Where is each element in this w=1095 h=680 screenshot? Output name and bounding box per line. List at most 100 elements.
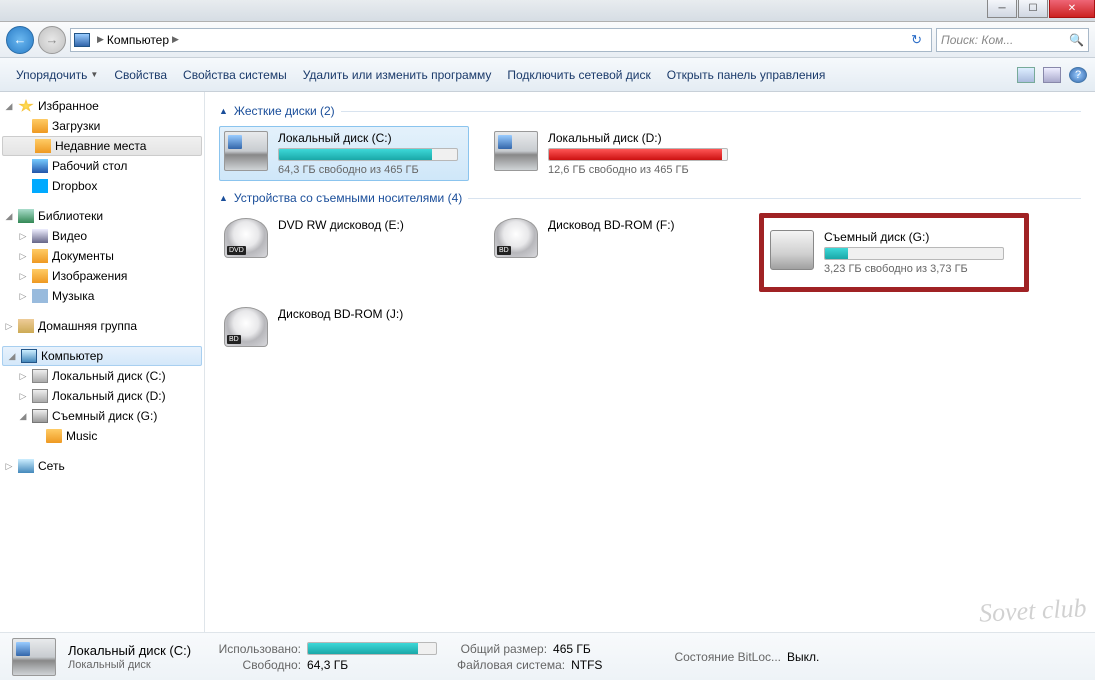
computer-icon — [21, 349, 37, 363]
drive-c-usage-bar — [278, 148, 458, 161]
sidebar-computer[interactable]: ◢Компьютер — [2, 346, 202, 366]
chevron-right-icon: ▶ — [172, 34, 179, 45]
sidebar-dropbox[interactable]: Dropbox — [0, 176, 204, 196]
drive-usb-g[interactable]: Съемный диск (G:) 3,23 ГБ свободно из 3,… — [759, 213, 1029, 292]
titlebar: ─ ☐ ✕ — [0, 0, 1095, 22]
details-free-value: 64,3 ГБ — [307, 658, 348, 672]
map-network-drive-button[interactable]: Подключить сетевой диск — [499, 64, 658, 86]
star-icon — [18, 99, 34, 113]
drive-d-free: 12,6 ГБ свободно из 465 ГБ — [548, 164, 734, 176]
drive-d-name: Локальный диск (D:) — [548, 131, 734, 145]
sidebar-music-folder[interactable]: Music — [0, 426, 204, 446]
collapse-icon: ▲ — [219, 106, 228, 116]
sidebar-music[interactable]: ▷Музыка — [0, 286, 204, 306]
sidebar-drive-c[interactable]: ▷Локальный диск (C:) — [0, 366, 204, 386]
watermark: Sovet club — [979, 593, 1088, 629]
hdd-icon — [494, 131, 538, 171]
hdd-icon — [12, 638, 56, 676]
sidebar-videos[interactable]: ▷Видео — [0, 226, 204, 246]
details-free-label: Свободно: — [211, 658, 301, 672]
chevron-right-icon: ▶ — [97, 34, 104, 45]
drive-d-usage-bar — [548, 148, 728, 161]
dropbox-icon — [32, 179, 48, 193]
drive-c-free: 64,3 ГБ свободно из 465 ГБ — [278, 164, 464, 176]
details-pane: Локальный диск (C:) Локальный диск Испол… — [0, 632, 1095, 680]
dvd-icon: DVD — [224, 218, 268, 258]
folder-icon — [32, 119, 48, 133]
view-options-button[interactable] — [1017, 67, 1035, 83]
desktop-icon — [32, 159, 48, 173]
properties-button[interactable]: Свойства — [106, 64, 175, 86]
drive-c-name: Локальный диск (C:) — [278, 131, 464, 145]
help-button[interactable]: ? — [1069, 67, 1087, 83]
homegroup-icon — [18, 319, 34, 333]
drive-c[interactable]: Локальный диск (C:) 64,3 ГБ свободно из … — [219, 126, 469, 181]
hard-drives-header[interactable]: ▲ Жесткие диски (2) — [219, 104, 1081, 118]
toolbar: Упорядочить▼ Свойства Свойства системы У… — [0, 58, 1095, 92]
details-total-value: 465 ГБ — [553, 642, 591, 656]
control-panel-button[interactable]: Открыть панель управления — [659, 64, 834, 86]
breadcrumb-computer[interactable]: Компьютер — [107, 33, 169, 47]
refresh-button[interactable]: ↻ — [905, 32, 928, 48]
navigation-bar: ← → ▶ Компьютер ▶ ↻ Поиск: Ком... 🔍 — [0, 22, 1095, 58]
hdd-icon — [32, 389, 48, 403]
uninstall-program-button[interactable]: Удалить или изменить программу — [295, 64, 500, 86]
details-usage-bar — [307, 642, 437, 655]
sidebar-documents[interactable]: ▷Документы — [0, 246, 204, 266]
sidebar-desktop[interactable]: Рабочий стол — [0, 156, 204, 176]
navigation-pane: ◢Избранное Загрузки Недавние места Рабоч… — [0, 92, 205, 632]
sidebar-drive-g[interactable]: ◢Съемный диск (G:) — [0, 406, 204, 426]
usb-icon — [32, 409, 48, 423]
address-bar[interactable]: ▶ Компьютер ▶ ↻ — [70, 28, 932, 52]
close-button[interactable]: ✕ — [1049, 0, 1095, 18]
sidebar-downloads[interactable]: Загрузки — [0, 116, 204, 136]
forward-button[interactable]: → — [38, 26, 66, 54]
preview-pane-button[interactable] — [1043, 67, 1061, 83]
bd-icon: BD — [224, 307, 268, 347]
drive-g-name: Съемный диск (G:) — [824, 230, 1018, 244]
libraries-group[interactable]: ◢Библиотеки — [0, 206, 204, 226]
maximize-button[interactable]: ☐ — [1018, 0, 1048, 18]
details-drive-type: Локальный диск — [68, 659, 191, 671]
sidebar-network[interactable]: ▷Сеть — [0, 456, 204, 476]
favorites-group[interactable]: ◢Избранное — [0, 96, 204, 116]
details-used-label: Использовано: — [211, 642, 301, 656]
details-fs-label: Файловая система: — [457, 658, 565, 672]
content-pane: ▲ Жесткие диски (2) Локальный диск (C:) … — [205, 92, 1095, 632]
network-icon — [18, 459, 34, 473]
sidebar-drive-d[interactable]: ▷Локальный диск (D:) — [0, 386, 204, 406]
drive-d[interactable]: Локальный диск (D:) 12,6 ГБ свободно из … — [489, 126, 739, 181]
minimize-button[interactable]: ─ — [987, 0, 1017, 18]
sidebar-pictures[interactable]: ▷Изображения — [0, 266, 204, 286]
back-button[interactable]: ← — [6, 26, 34, 54]
drive-j-name: Дисковод BD-ROM (J:) — [278, 307, 464, 321]
drive-e-name: DVD RW дисковод (E:) — [278, 218, 464, 232]
folder-icon — [46, 429, 62, 443]
collapse-icon: ▲ — [219, 193, 228, 203]
details-fs-value: NTFS — [571, 658, 602, 672]
sidebar-recent-places[interactable]: Недавние места — [2, 136, 202, 156]
libraries-icon — [18, 209, 34, 223]
details-total-label: Общий размер: — [457, 642, 547, 656]
homegroup-item[interactable]: ▷Домашняя группа — [0, 316, 204, 336]
system-properties-button[interactable]: Свойства системы — [175, 64, 295, 86]
drive-bd-j[interactable]: BD Дисковод BD-ROM (J:) — [219, 302, 469, 352]
pictures-icon — [32, 269, 48, 283]
details-bitlocker-value: Выкл. — [787, 650, 819, 664]
documents-icon — [32, 249, 48, 263]
recent-icon — [35, 139, 51, 153]
drive-g-usage-bar — [824, 247, 1004, 260]
bd-icon: BD — [494, 218, 538, 258]
drive-g-free: 3,23 ГБ свободно из 3,73 ГБ — [824, 263, 1018, 275]
computer-icon — [74, 33, 90, 47]
details-drive-name: Локальный диск (C:) — [68, 643, 191, 658]
hdd-icon — [32, 369, 48, 383]
drive-dvd-e[interactable]: DVD DVD RW дисковод (E:) — [219, 213, 469, 292]
drive-f-name: Дисковод BD-ROM (F:) — [548, 218, 734, 232]
drive-bd-f[interactable]: BD Дисковод BD-ROM (F:) — [489, 213, 739, 292]
details-bitlocker-label: Состояние BitLoc... — [674, 650, 781, 664]
video-icon — [32, 229, 48, 243]
search-input[interactable]: Поиск: Ком... 🔍 — [936, 28, 1089, 52]
removable-devices-header[interactable]: ▲ Устройства со съемными носителями (4) — [219, 191, 1081, 205]
organize-menu[interactable]: Упорядочить▼ — [8, 64, 106, 86]
